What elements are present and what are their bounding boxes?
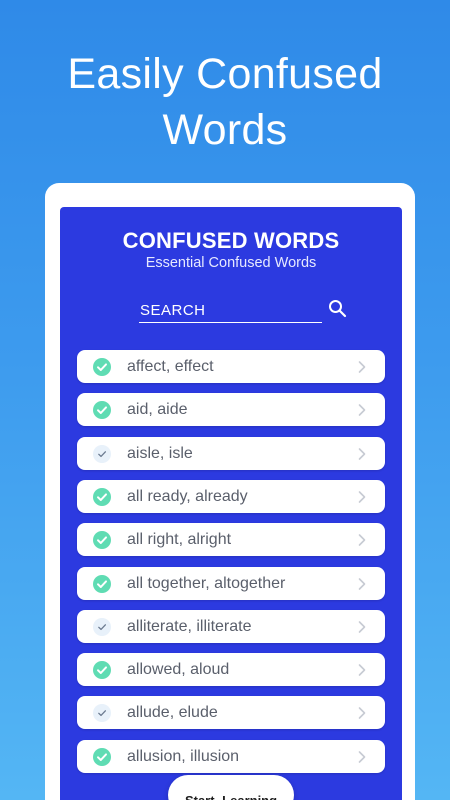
check-circle-light-icon (93, 704, 111, 723)
word-list-item[interactable]: allowed, aloud (77, 653, 385, 687)
chevron-right-icon (358, 577, 366, 590)
app-subtitle: Essential Confused Words (145, 255, 317, 271)
word-list-item[interactable]: allude, elude (77, 696, 385, 730)
chevron-right-icon (358, 491, 366, 503)
word-list-item[interactable]: all right, alright (77, 523, 385, 557)
word-list-item[interactable]: all ready, already (77, 479, 385, 513)
word-list-item-label: all together, altogether (127, 574, 286, 592)
check-circle-filled-icon (93, 661, 111, 680)
chevron-right-icon (358, 707, 366, 720)
word-list-item[interactable]: aisle, isle (77, 436, 385, 470)
word-list-item[interactable]: aid, aide (77, 393, 385, 427)
check-circle-light-icon (93, 444, 111, 463)
word-list-item-label: allude, elude (127, 704, 218, 722)
check-circle-filled-icon (93, 401, 111, 420)
word-list-item-label: allusion, illusion (127, 747, 240, 765)
word-list-item-label: allowed, aloud (127, 661, 230, 679)
word-list-item[interactable]: allusion, illusion (77, 739, 385, 773)
chevron-right-icon (358, 750, 366, 763)
check-circle-filled-icon (93, 574, 111, 593)
promo-title: Easily Confused Words (67, 50, 383, 154)
search-input[interactable] (139, 299, 322, 323)
word-list-item-label: aid, aide (127, 401, 188, 419)
chevron-right-icon (358, 664, 366, 676)
word-list-item-label: alliterate, illiterate (127, 617, 252, 635)
search-icon[interactable] (326, 297, 350, 321)
word-list-item[interactable]: affect, effect (77, 350, 385, 383)
chevron-right-icon (358, 620, 366, 633)
check-circle-filled-icon (93, 531, 111, 550)
word-list-item[interactable]: all together, altogether (77, 566, 385, 600)
word-list-item-label: all right, alright (127, 531, 232, 549)
word-list-item-label: aisle, isle (127, 444, 193, 462)
check-circle-light-icon (93, 617, 111, 636)
check-circle-filled-icon (93, 487, 111, 506)
word-list-item-label: affect, effect (127, 358, 214, 375)
start-learning-button[interactable]: Start Learning (168, 775, 294, 800)
check-circle-filled-icon (93, 747, 111, 766)
word-list-item[interactable]: alliterate, illiterate (77, 609, 385, 643)
check-circle-filled-icon (93, 358, 111, 376)
word-list-item-label: all ready, already (127, 487, 248, 505)
chevron-right-icon (358, 534, 366, 546)
chevron-right-icon (358, 404, 366, 417)
chevron-right-icon (358, 447, 366, 460)
app-title: CONFUSED WORDS (122, 228, 340, 253)
app-screen: CONFUSED WORDS Essential Confused Words … (60, 207, 402, 800)
chevron-right-icon (358, 361, 366, 373)
